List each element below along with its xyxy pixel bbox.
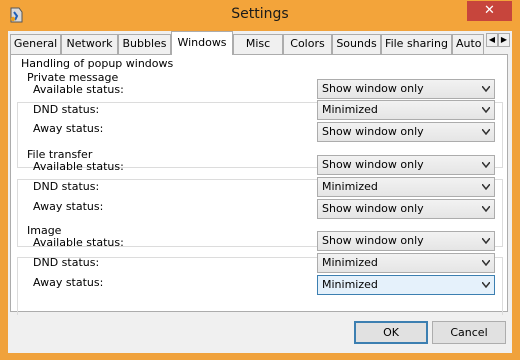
- tab-file-sharing[interactable]: File sharing: [381, 34, 452, 54]
- private-away-label: Away status:: [33, 122, 104, 135]
- private-away-value: Show window only: [322, 125, 424, 138]
- chevron-down-icon: [482, 260, 490, 266]
- tab-strip: General Network Bubbles Windows Misc Col…: [8, 31, 512, 55]
- private-dnd-value: Minimized: [322, 103, 378, 116]
- chevron-down-icon: [482, 162, 490, 168]
- private-available-value: Show window only: [322, 82, 424, 95]
- image-away-value: Minimized: [322, 278, 378, 291]
- file-away-select[interactable]: Show window only: [317, 199, 495, 219]
- image-available-value: Show window only: [322, 234, 424, 247]
- file-away-value: Show window only: [322, 202, 424, 215]
- image-away-select[interactable]: Minimized: [317, 275, 495, 295]
- image-dnd-select[interactable]: Minimized: [317, 253, 495, 273]
- tab-network[interactable]: Network: [61, 34, 118, 54]
- tab-bubbles[interactable]: Bubbles: [118, 34, 171, 54]
- chevron-down-icon: [482, 129, 490, 135]
- chevron-down-icon: [482, 282, 490, 288]
- private-dnd-select[interactable]: Minimized: [317, 100, 495, 120]
- windows-tab-panel: Handling of popup windows Private messag…: [10, 54, 508, 325]
- close-button[interactable]: ✕: [467, 1, 512, 21]
- file-away-label: Away status:: [33, 200, 104, 213]
- private-dnd-label: DND status:: [33, 103, 100, 116]
- file-available-select[interactable]: Show window only: [317, 155, 495, 175]
- file-dnd-value: Minimized: [322, 180, 378, 193]
- image-away-label: Away status:: [33, 276, 104, 289]
- image-available-label: Available status:: [33, 236, 124, 249]
- image-dnd-label: DND status:: [33, 256, 100, 269]
- panel-title: Handling of popup windows: [19, 57, 176, 70]
- cancel-button[interactable]: Cancel: [432, 321, 506, 344]
- file-dnd-label: DND status:: [33, 180, 100, 193]
- tab-windows[interactable]: Windows: [171, 31, 233, 55]
- tab-general[interactable]: General: [10, 34, 61, 54]
- tab-misc[interactable]: Misc: [233, 34, 283, 54]
- dialog-client: General Network Bubbles Windows Misc Col…: [8, 31, 512, 353]
- title-bar[interactable]: Settings ✕: [0, 0, 520, 30]
- window-title: Settings: [231, 6, 289, 22]
- chevron-down-icon: [482, 206, 490, 212]
- file-available-value: Show window only: [322, 158, 424, 171]
- tab-scroll-left-icon[interactable]: ◀: [486, 33, 498, 47]
- private-away-select[interactable]: Show window only: [317, 122, 495, 142]
- ok-button[interactable]: OK: [354, 321, 428, 344]
- chevron-down-icon: [482, 184, 490, 190]
- tab-auto[interactable]: Auto: [452, 34, 484, 54]
- settings-window: Settings ✕ General Network Bubbles Windo…: [0, 0, 520, 360]
- file-dnd-select[interactable]: Minimized: [317, 177, 495, 197]
- image-available-select[interactable]: Show window only: [317, 231, 495, 251]
- dialog-footer: OK Cancel: [8, 315, 512, 353]
- chevron-down-icon: [482, 107, 490, 113]
- image-dnd-value: Minimized: [322, 256, 378, 269]
- private-available-select[interactable]: Show window only: [317, 79, 495, 99]
- tab-colors[interactable]: Colors: [283, 34, 332, 54]
- file-available-label: Available status:: [33, 160, 124, 173]
- chevron-down-icon: [482, 86, 490, 92]
- tab-sounds[interactable]: Sounds: [332, 34, 381, 54]
- chevron-down-icon: [482, 238, 490, 244]
- tab-scroll-right-icon[interactable]: ▶: [498, 33, 510, 47]
- private-available-label: Available status:: [33, 83, 124, 96]
